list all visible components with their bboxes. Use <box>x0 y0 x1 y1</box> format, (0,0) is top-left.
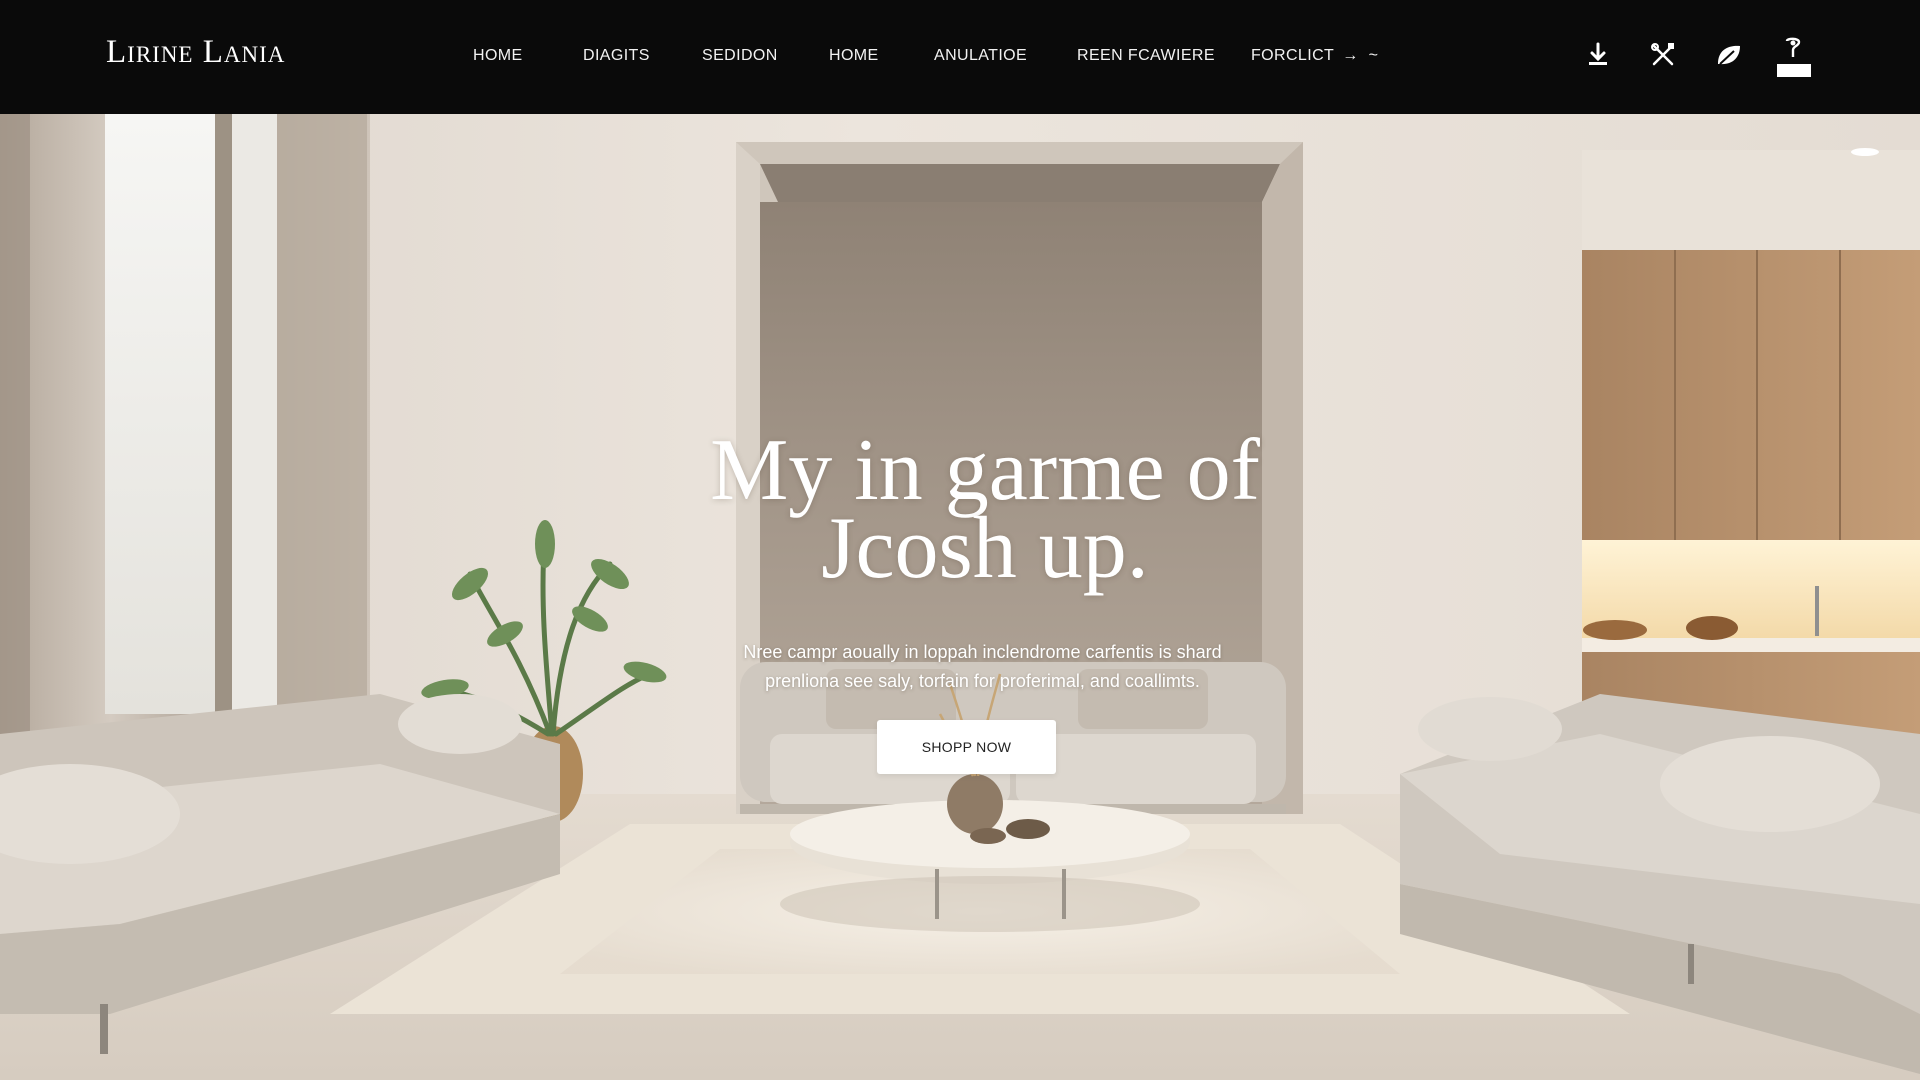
hero-headline: My in garme of Jcosh up. <box>0 427 1920 593</box>
nav-item-forclict-label: FORCLICT <box>1251 47 1335 64</box>
tools-icon[interactable] <box>1646 38 1680 72</box>
top-navigation: Lirine Lania HOME DIAGITS SEDIDON HOME A… <box>0 0 1920 114</box>
nav-item-home[interactable]: HOME <box>473 47 523 65</box>
shop-now-button[interactable]: SHOPP NOW <box>877 720 1056 774</box>
cart-icon[interactable] <box>1775 37 1813 79</box>
hero-subtext-line-1: Nree campr aoually in loppah inclendrome… <box>743 642 1222 662</box>
living-room-illustration <box>0 114 1920 1080</box>
download-icon[interactable] <box>1581 38 1615 72</box>
brand-logo[interactable]: Lirine Lania <box>106 34 285 71</box>
nav-item-reen-fcawiere[interactable]: REEN FCAWIERE <box>1077 47 1215 65</box>
hero-subtext-line-2: prenliona see saly, torfain for proferim… <box>765 671 1200 691</box>
hero-subtext: Nree campr aoually in loppah inclendrome… <box>660 638 1305 696</box>
nav-item-diagits[interactable]: DIAGITS <box>583 47 650 65</box>
arrow-right-icon: → <box>1342 47 1359 64</box>
nav-item-forclict[interactable]: FORCLICT → ~ <box>1251 47 1378 65</box>
nav-item-sedidon[interactable]: SEDIDON <box>702 47 778 65</box>
leaf-icon[interactable] <box>1712 38 1746 72</box>
hero-headline-line-2: Jcosh up. <box>821 500 1149 597</box>
hero-section: My in garme of Jcosh up. Nree campr aoua… <box>0 114 1920 1080</box>
nav-item-anulatioe[interactable]: ANULATIOE <box>934 47 1027 65</box>
chevron-down-icon: ~ <box>1368 47 1379 64</box>
nav-item-home-2[interactable]: HOME <box>829 47 879 65</box>
